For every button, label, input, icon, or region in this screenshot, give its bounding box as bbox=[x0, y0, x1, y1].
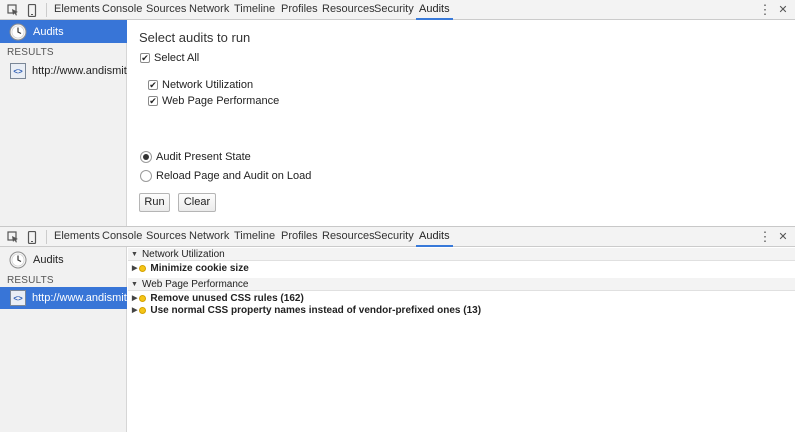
tab-network[interactable]: Network bbox=[189, 0, 229, 19]
section-header[interactable]: ▼ Web Page Performance bbox=[128, 278, 795, 291]
tab-console[interactable]: Console bbox=[102, 0, 142, 19]
audit-result-label: Remove unused CSS rules (162) bbox=[150, 292, 304, 304]
inspect-element-icon[interactable] bbox=[5, 229, 21, 245]
tab-elements[interactable]: Elements bbox=[54, 0, 100, 19]
warning-icon bbox=[139, 264, 147, 272]
radio-label: Audit Present State bbox=[156, 151, 251, 163]
checkbox-label: Web Page Performance bbox=[162, 95, 280, 107]
more-options-icon[interactable]: ⋮ bbox=[758, 0, 772, 20]
toolbar-divider bbox=[46, 230, 47, 244]
checkbox-label: Select All bbox=[154, 52, 200, 64]
tab-security[interactable]: Security bbox=[374, 0, 414, 19]
tab-timeline[interactable]: Timeline bbox=[234, 0, 275, 19]
results-header: RESULTS bbox=[7, 275, 54, 286]
clock-icon bbox=[9, 23, 27, 41]
sidebar-item-audits[interactable]: Audits bbox=[0, 20, 127, 43]
reload-and-audit-radio[interactable]: Reload Page and Audit on Load bbox=[140, 170, 311, 182]
devtools-tabbar: Elements Console Sources Network Timelin… bbox=[0, 227, 795, 247]
audit-launcher: Select audits to run ✔ Select All ✔ Netw… bbox=[128, 20, 795, 226]
webpage-icon: <> bbox=[10, 63, 26, 79]
section-header[interactable]: ▼ Network Utilization bbox=[128, 248, 795, 261]
audit-result-row[interactable]: ▶ Minimize cookie size bbox=[128, 262, 795, 274]
tab-sources[interactable]: Sources bbox=[146, 0, 186, 19]
section-title: Network Utilization bbox=[141, 248, 225, 260]
sidebar-item-label: Audits bbox=[33, 25, 64, 38]
devtools-top-panel: Elements Console Sources Network Timelin… bbox=[0, 0, 795, 226]
audit-present-state-radio[interactable]: Audit Present State bbox=[140, 151, 251, 163]
close-icon[interactable]: ✕ bbox=[776, 227, 790, 247]
sidebar-item-audits[interactable]: Audits bbox=[0, 248, 127, 271]
device-mode-icon[interactable] bbox=[24, 229, 40, 245]
tab-console[interactable]: Console bbox=[102, 227, 142, 246]
expanded-triangle-icon: ▼ bbox=[131, 250, 138, 258]
tab-resources[interactable]: Resources bbox=[322, 0, 375, 19]
warning-icon bbox=[139, 294, 147, 302]
radio-unselected-icon bbox=[140, 170, 152, 182]
collapsed-triangle-icon: ▶ bbox=[132, 295, 138, 302]
tab-audits[interactable]: Audits bbox=[416, 227, 453, 247]
page-title: Select audits to run bbox=[139, 30, 251, 45]
tab-sources[interactable]: Sources bbox=[146, 227, 186, 246]
devtools-tabbar: Elements Console Sources Network Timelin… bbox=[0, 0, 795, 20]
collapsed-triangle-icon: ▶ bbox=[132, 265, 138, 272]
warning-icon bbox=[139, 306, 147, 314]
result-item[interactable]: <> http://www.andismith.com bbox=[0, 287, 127, 309]
tab-security[interactable]: Security bbox=[374, 227, 414, 246]
audit-result-row[interactable]: ▶ Use normal CSS property names instead … bbox=[128, 304, 795, 316]
collapsed-triangle-icon: ▶ bbox=[132, 307, 138, 314]
audit-result-row[interactable]: ▶ Remove unused CSS rules (162) bbox=[128, 292, 795, 304]
clock-icon bbox=[9, 251, 27, 269]
webpage-icon: <> bbox=[10, 290, 26, 306]
clear-button[interactable]: Clear bbox=[178, 193, 216, 212]
devtools-bottom-panel: Elements Console Sources Network Timelin… bbox=[0, 226, 795, 432]
result-url: http://www.andismith.com bbox=[32, 65, 127, 77]
tab-elements[interactable]: Elements bbox=[54, 227, 100, 246]
close-icon[interactable]: ✕ bbox=[776, 0, 790, 20]
tab-profiles[interactable]: Profiles bbox=[281, 0, 318, 19]
audits-sidebar: Audits RESULTS <> http://www.andismith.c… bbox=[0, 247, 127, 432]
network-utilization-checkbox[interactable]: ✔ Network Utilization bbox=[148, 79, 253, 91]
audit-result-label: Minimize cookie size bbox=[150, 262, 249, 274]
toolbar-divider bbox=[46, 3, 47, 17]
tab-profiles[interactable]: Profiles bbox=[281, 227, 318, 246]
device-mode-icon[interactable] bbox=[24, 2, 40, 18]
results-header: RESULTS bbox=[7, 47, 54, 58]
tab-audits[interactable]: Audits bbox=[416, 0, 453, 20]
expanded-triangle-icon: ▼ bbox=[131, 280, 138, 288]
web-page-performance-checkbox[interactable]: ✔ Web Page Performance bbox=[148, 95, 279, 107]
result-item[interactable]: <> http://www.andismith.com bbox=[0, 60, 127, 82]
checkbox-checked-icon: ✔ bbox=[140, 53, 150, 63]
checkbox-checked-icon: ✔ bbox=[148, 96, 158, 106]
sidebar-item-label: Audits bbox=[33, 253, 64, 266]
select-all-checkbox[interactable]: ✔ Select All bbox=[140, 52, 199, 64]
checkbox-checked-icon: ✔ bbox=[148, 80, 158, 90]
audits-sidebar: Audits RESULTS <> http://www.andismith.c… bbox=[0, 20, 127, 226]
checkbox-label: Network Utilization bbox=[162, 79, 254, 91]
tab-timeline[interactable]: Timeline bbox=[234, 227, 275, 246]
result-url: http://www.andismith.com bbox=[32, 292, 127, 304]
section-title: Web Page Performance bbox=[141, 278, 249, 290]
inspect-element-icon[interactable] bbox=[5, 2, 21, 18]
more-options-icon[interactable]: ⋮ bbox=[758, 227, 772, 247]
audit-result-label: Use normal CSS property names instead of… bbox=[150, 304, 482, 316]
audit-results: ▼ Network Utilization ▶ Minimize cookie … bbox=[128, 247, 795, 432]
tab-network[interactable]: Network bbox=[189, 227, 229, 246]
radio-label: Reload Page and Audit on Load bbox=[156, 170, 312, 182]
radio-selected-icon bbox=[140, 151, 152, 163]
run-button[interactable]: Run bbox=[139, 193, 170, 212]
tab-resources[interactable]: Resources bbox=[322, 227, 375, 246]
